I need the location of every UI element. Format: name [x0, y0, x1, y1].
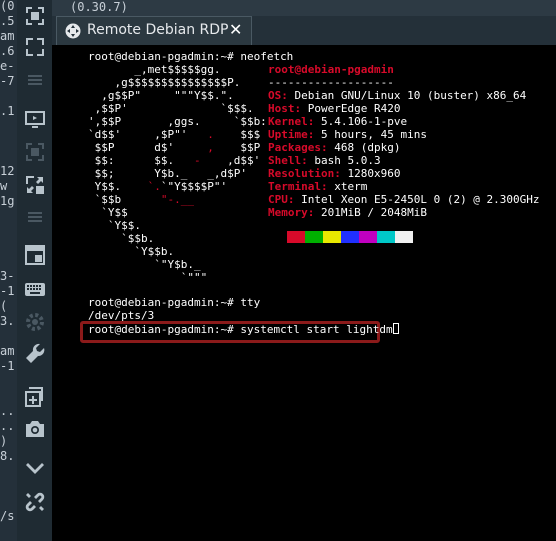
- rdp-connection-icon: [65, 23, 81, 39]
- hostname-header: root@debian-pgadmin: [268, 63, 394, 76]
- background-text-line: ..: [0, 419, 15, 433]
- background-text-line: am: [0, 29, 15, 43]
- background-text-line: -7: [0, 74, 15, 88]
- prompt: root@debian-pgadmin:~#: [88, 323, 241, 336]
- info-terminal: Terminal: xterm: [268, 180, 368, 193]
- command-line-tty: root@debian-pgadmin:~# tty: [88, 296, 260, 309]
- background-text-line: ): [0, 434, 8, 448]
- palette-swatch: [287, 231, 305, 243]
- background-text-line: .5: [0, 14, 15, 28]
- window-layout-icon[interactable]: [23, 243, 47, 267]
- info-packages: Packages: 468 (dpkg): [268, 141, 401, 154]
- add-window-icon[interactable]: [23, 385, 47, 409]
- wrench-icon[interactable]: [23, 342, 47, 366]
- keyboard-icon[interactable]: [23, 277, 47, 301]
- background-text-line: (: [0, 299, 8, 313]
- gear-icon[interactable]: [23, 310, 47, 334]
- info-cpu: CPU: Intel Xeon E5-2450L 0 (2) @ 2.300GH…: [268, 193, 540, 206]
- palette-swatch: [323, 231, 341, 243]
- command-text: neofetch: [240, 50, 294, 63]
- background-text-line: 8.: [0, 449, 15, 463]
- palette-swatch: [377, 231, 395, 243]
- screen-region-icon[interactable]: [23, 140, 47, 164]
- command-text: tty: [240, 296, 261, 309]
- tab-title: Remote Debian RDP: [87, 22, 229, 38]
- close-icon[interactable]: ✕: [229, 20, 242, 39]
- tab-remote-debian-rdp[interactable]: Remote Debian RDP ✕: [56, 16, 252, 45]
- palette-swatch: [359, 231, 377, 243]
- info-shell: Shell: bash 5.0.3: [268, 154, 381, 167]
- window-expand-icon[interactable]: [23, 173, 47, 197]
- debian-swirl-ascii-logo: _,met$$$$$gg. ,g$$$$$$$$$$$$$$$P. ,g$$P"…: [88, 63, 267, 284]
- info-host: Host: PowerEdge R420: [268, 102, 401, 115]
- palette-swatch: [305, 231, 323, 243]
- collapse-icon[interactable]: [23, 4, 47, 28]
- info-memory: Memory: 201MiB / 2048MiB: [268, 206, 427, 219]
- hostname: root@debian-pgadmin: [268, 63, 394, 76]
- command-text: systemctl start lightdm: [240, 323, 393, 336]
- palette-swatch: [395, 231, 413, 243]
- info-os: OS: Debian GNU/Linux 10 (buster) x86_64: [268, 89, 527, 102]
- info-uptime: Uptime: 5 hours, 45 mins: [268, 128, 427, 141]
- background-text-line: 12: [0, 164, 15, 178]
- rdp-sidebar: [17, 0, 52, 541]
- disconnect-icon[interactable]: [23, 490, 47, 514]
- palette-swatch: [341, 231, 359, 243]
- background-text-line: 3-: [0, 269, 15, 283]
- prompt: root@debian-pgadmin:~#: [88, 50, 241, 63]
- command-line-neofetch: root@debian-pgadmin:~# neofetch: [88, 50, 293, 63]
- background-text-line: .6: [0, 44, 15, 58]
- background-text-line: .1: [0, 104, 15, 118]
- list-icon[interactable]: [23, 205, 47, 229]
- separator: -------------------: [268, 76, 394, 89]
- rdp-terminal-view[interactable]: root@debian-pgadmin:~# neofetch _,met$$$…: [52, 45, 556, 541]
- background-text-line: w: [0, 179, 8, 193]
- info-resolution: Resolution: 1280x960: [268, 167, 401, 180]
- background-text-line: ..: [0, 404, 15, 418]
- prompt: root@debian-pgadmin:~#: [88, 296, 241, 309]
- text-cursor: [392, 323, 399, 334]
- chevron-down-icon[interactable]: [23, 457, 47, 481]
- background-text-line: -1: [0, 359, 15, 373]
- list-icon[interactable]: [23, 68, 47, 92]
- background-title-strip: (0.30.7): [50, 0, 556, 16]
- tab-bar: Remote Debian RDP ✕: [52, 16, 556, 45]
- background-text-line: -1: [0, 284, 15, 298]
- display-icon[interactable]: [23, 108, 47, 132]
- command-line-systemctl[interactable]: root@debian-pgadmin:~# systemctl start l…: [88, 323, 399, 336]
- camera-icon[interactable]: [23, 417, 47, 441]
- info-kernel: Kernel: 5.4.106-1-pve: [268, 115, 408, 128]
- background-top-text: (0.30.7): [70, 0, 128, 14]
- background-text-line: 1g: [0, 194, 15, 208]
- background-text-line: e-: [0, 59, 15, 73]
- color-palette: [287, 231, 413, 243]
- background-text-line: /s: [0, 509, 15, 523]
- background-text-line: am: [0, 344, 15, 358]
- background-text-line: 3.: [0, 314, 15, 328]
- fullscreen-icon[interactable]: [23, 35, 47, 59]
